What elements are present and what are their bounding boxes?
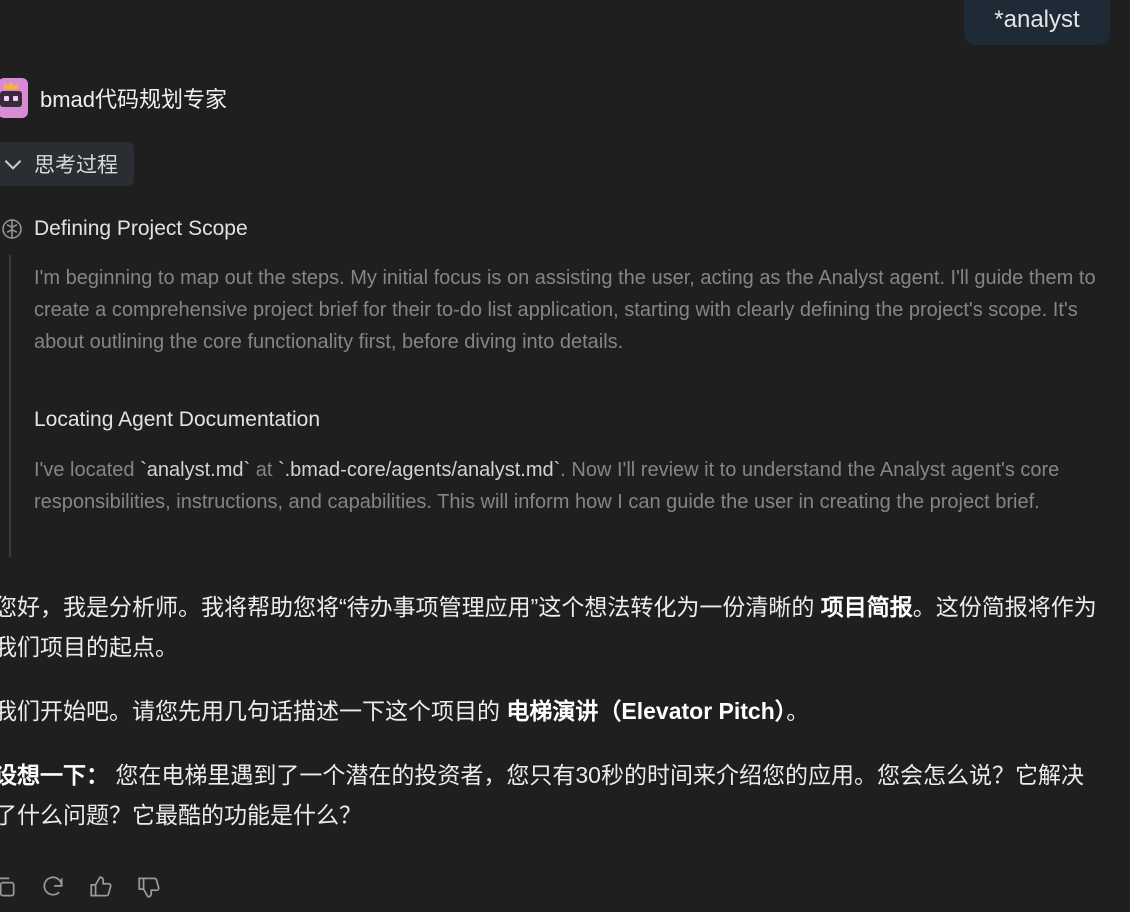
thinking-toggle-label: 思考过程 bbox=[34, 154, 118, 177]
thinking-toggle-button[interactable]: 思考过程 bbox=[0, 142, 134, 186]
thinking-step-text: I'm beginning to map out the steps. My i… bbox=[34, 267, 1096, 353]
text-part: at bbox=[250, 459, 278, 481]
agent-header: bmad代码规划专家 bbox=[0, 78, 227, 118]
thinking-step-subtitle: Locating Agent Documentation bbox=[34, 408, 321, 431]
chevron-down-icon bbox=[4, 160, 22, 170]
thinking-step-text-2: I've located `analyst.md` at `.bmad-core… bbox=[34, 454, 1114, 518]
thinking-step-title: Defining Project Scope bbox=[0, 217, 248, 241]
response-paragraph-1: 您好，我是分析师。我将帮助您将“待办事项管理应用”这个想法转化为一份清晰的 项目… bbox=[0, 587, 1104, 667]
response-paragraph-2: 我们开始吧。请您先用几句话描述一下这个项目的 电梯演讲（Elevator Pit… bbox=[0, 691, 1104, 731]
user-message-bubble: *analyst bbox=[964, 0, 1110, 45]
step-title-text: Defining Project Scope bbox=[34, 217, 248, 240]
user-message-text: *analyst bbox=[994, 5, 1080, 33]
response-paragraph-3: 设想一下： 您在电梯里遇到了一个潜在的投资者，您只有30秒的时间来介绍您的应用。… bbox=[0, 755, 1104, 835]
brain-icon bbox=[2, 219, 22, 239]
thumbs-up-icon[interactable] bbox=[88, 874, 114, 900]
message-actions bbox=[0, 874, 162, 900]
agent-avatar-icon bbox=[0, 78, 28, 118]
thinking-rail bbox=[9, 255, 11, 557]
bold-text: 电梯演讲（Elevator Pitch） bbox=[506, 698, 787, 724]
code-span: `.bmad-core/agents/analyst.md` bbox=[277, 459, 561, 481]
text-part: 。 bbox=[786, 698, 810, 724]
thumbs-down-icon[interactable] bbox=[136, 874, 162, 900]
regenerate-icon[interactable] bbox=[40, 874, 66, 900]
agent-name: bmad代码规划专家 bbox=[40, 87, 228, 112]
text-part: I've located bbox=[34, 459, 141, 481]
text-part: 您好，我是分析师。我将帮助您将“待办事项管理应用”这个想法转化为一份清晰的 bbox=[0, 594, 821, 620]
text-part: 您在电梯里遇到了一个潜在的投资者，您只有30秒的时间来介绍您的应用。您会怎么说？… bbox=[0, 762, 1084, 828]
copy-icon[interactable] bbox=[0, 874, 18, 900]
bold-text: 项目简报 bbox=[820, 594, 913, 620]
bold-text: 设想一下： bbox=[0, 762, 109, 788]
code-span: `analyst.md` bbox=[140, 459, 251, 481]
text-part: 我们开始吧。请您先用几句话描述一下这个项目的 bbox=[0, 698, 507, 724]
